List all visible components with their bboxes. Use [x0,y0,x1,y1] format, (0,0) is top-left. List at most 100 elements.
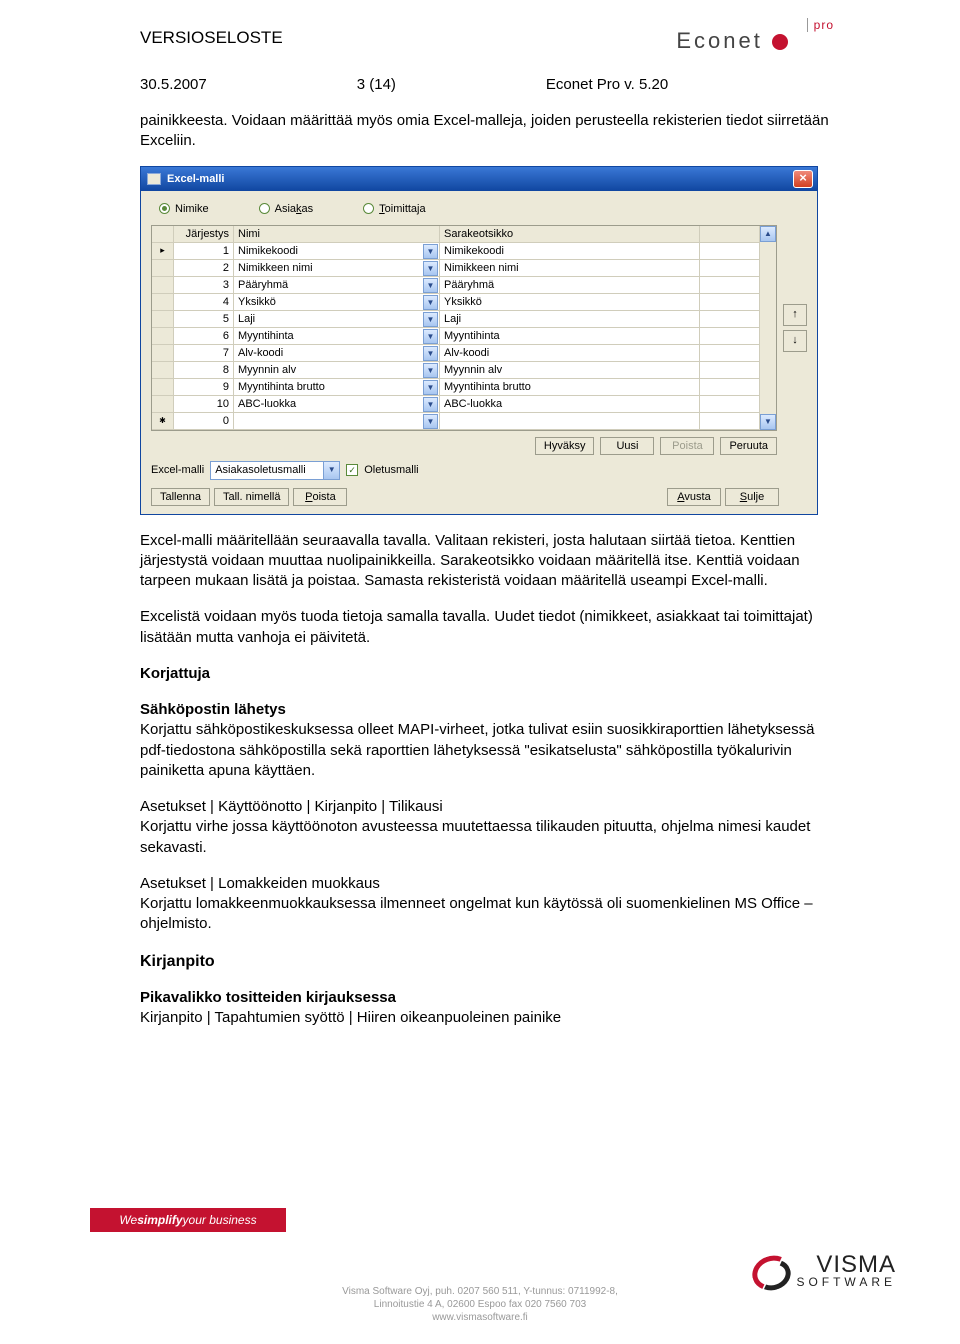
chevron-down-icon[interactable]: ▼ [423,346,438,361]
cell-head[interactable]: Yksikkö [440,294,700,310]
fields-grid[interactable]: Järjestys Nimi Sarakeotsikko 1Nimikekood… [151,225,777,431]
cell-name[interactable]: ABC-luokka▼ [234,396,440,412]
heading-sahkopostin: Sähköpostin lähetys [140,701,286,718]
cell-head[interactable]: Nimikkeen nimi [440,260,700,276]
radio-nimike-label: Nimike [175,203,209,215]
sulje-button[interactable]: Sulje [725,488,779,506]
chevron-down-icon[interactable]: ▼ [423,380,438,395]
table-row[interactable]: 10ABC-luokka▼ABC-luokka [152,396,759,413]
uusi-button[interactable]: Uusi [600,437,654,455]
tagline-pre: We [119,1213,137,1227]
cell-ord[interactable]: 8 [174,362,234,378]
path-asetukset-lomakkeiden: Asetukset | Lomakkeiden muokkaus [140,875,380,892]
cell-name[interactable]: ▼ [234,413,440,429]
path-asetukset-kayttoonotto: Asetukset | Käyttöönotto | Kirjanpito | … [140,798,443,815]
tall-nimella-button[interactable]: Tall. nimellä [214,488,289,506]
econet-text: Econet [676,28,763,53]
table-row[interactable]: 1Nimikekoodi▼Nimikekoodi [152,243,759,260]
oletusmalli-checkbox[interactable]: ✓ [346,464,358,476]
radio-toimittaja[interactable]: Toimittaja [363,203,425,215]
chevron-down-icon[interactable]: ▼ [423,329,438,344]
cell-name[interactable]: Nimikekoodi▼ [234,243,440,259]
cell-ord[interactable]: 7 [174,345,234,361]
cell-head[interactable]: Alv-koodi [440,345,700,361]
cell-name[interactable]: Laji▼ [234,311,440,327]
avusta-button[interactable]: Avusta [667,488,721,506]
meta-page: 3 (14) [357,76,396,93]
peruuta-button[interactable]: Peruuta [720,437,777,455]
cell-head[interactable]: Myynnin alv [440,362,700,378]
row-selector-icon [152,328,174,344]
cell-name[interactable]: Myynnin alv▼ [234,362,440,378]
cell-ord[interactable]: 0 [174,413,234,429]
row-selector-icon [152,260,174,276]
cell-head[interactable]: ABC-luokka [440,396,700,412]
table-row[interactable]: 2Nimikkeen nimi▼Nimikkeen nimi [152,260,759,277]
col-sarakeotsikko[interactable]: Sarakeotsikko [440,226,700,242]
move-down-button[interactable]: ↓ [783,330,807,352]
cell-head[interactable]: Myyntihinta [440,328,700,344]
excel-malli-combo[interactable]: Asiakasoletusmalli ▼ [210,461,340,480]
table-row[interactable]: 9Myyntihinta brutto▼Myyntihinta brutto [152,379,759,396]
cell-ord[interactable]: 3 [174,277,234,293]
cell-name[interactable]: Pääryhmä▼ [234,277,440,293]
table-row[interactable]: 8Myynnin alv▼Myynnin alv [152,362,759,379]
intro-paragraph: painikkeesta. Voidaan määrittää myös omi… [140,111,830,152]
col-jarjestys[interactable]: Järjestys [174,226,234,242]
cell-head[interactable]: Laji [440,311,700,327]
cell-name[interactable]: Nimikkeen nimi▼ [234,260,440,276]
chevron-down-icon[interactable]: ▼ [423,397,438,412]
cell-head[interactable]: Pääryhmä [440,277,700,293]
chevron-down-icon[interactable]: ▼ [423,312,438,327]
cell-ord[interactable]: 9 [174,379,234,395]
cell-ord[interactable]: 10 [174,396,234,412]
row-selector-icon [152,277,174,293]
cell-ord[interactable]: 5 [174,311,234,327]
table-row[interactable]: 4Yksikkö▼Yksikkö [152,294,759,311]
cell-ord[interactable]: 4 [174,294,234,310]
cell-ord[interactable]: 6 [174,328,234,344]
grid-scrollbar[interactable]: ▲ ▼ [759,226,776,430]
hyvaksy-button[interactable]: Hyväksy [535,437,595,455]
econet-dot-icon [772,34,788,50]
meta-date: 30.5.2007 [140,76,207,93]
cell-name[interactable]: Alv-koodi▼ [234,345,440,361]
footer-line2: Linnoitustie 4 A, 02600 Espoo fax 020 75… [0,1298,960,1311]
chevron-down-icon[interactable]: ▼ [423,414,438,429]
cell-name[interactable]: Yksikkö▼ [234,294,440,310]
poista-button[interactable]: Poista [660,437,714,455]
tallenna-button[interactable]: Tallenna [151,488,210,506]
table-row[interactable]: 0▼ [152,413,759,430]
radio-asiakas[interactable]: Asiakas [259,203,314,215]
cell-name[interactable]: Myyntihinta▼ [234,328,440,344]
cell-ord[interactable]: 2 [174,260,234,276]
cell-head[interactable]: Nimikekoodi [440,243,700,259]
chevron-down-icon[interactable]: ▼ [423,244,438,259]
paragraph-3: Korjattu sähköpostikeskuksessa olleet MA… [140,721,814,779]
chevron-down-icon[interactable]: ▼ [423,363,438,378]
heading-korjattuja: Korjattuja [140,664,830,684]
cell-name[interactable]: Myyntihinta brutto▼ [234,379,440,395]
poista2-button[interactable]: Poista [293,488,347,506]
table-row[interactable]: 7Alv-koodi▼Alv-koodi [152,345,759,362]
window-close-button[interactable]: × [793,170,813,188]
table-row[interactable]: 3Pääryhmä▼Pääryhmä [152,277,759,294]
chevron-down-icon[interactable]: ▼ [423,261,438,276]
econet-pro-badge: pro [807,18,834,32]
paragraph-1: Excel-malli määritellään seuraavalla tav… [140,531,830,592]
move-up-button[interactable]: ↑ [783,304,807,326]
table-row[interactable]: 5Laji▼Laji [152,311,759,328]
cell-ord[interactable]: 1 [174,243,234,259]
table-row[interactable]: 6Myyntihinta▼Myyntihinta [152,328,759,345]
radio-asiakas-label: Asiakas [275,203,314,215]
chevron-down-icon[interactable]: ▼ [423,295,438,310]
chevron-down-icon[interactable]: ▼ [423,278,438,293]
radio-nimike[interactable]: Nimike [159,203,209,215]
cell-head[interactable] [440,413,700,429]
scroll-up-icon[interactable]: ▲ [760,226,776,242]
scroll-down-icon[interactable]: ▼ [760,414,776,430]
col-nimi[interactable]: Nimi [234,226,440,242]
cell-head[interactable]: Myyntihinta brutto [440,379,700,395]
row-selector-icon [152,294,174,310]
chevron-down-icon: ▼ [323,462,339,479]
